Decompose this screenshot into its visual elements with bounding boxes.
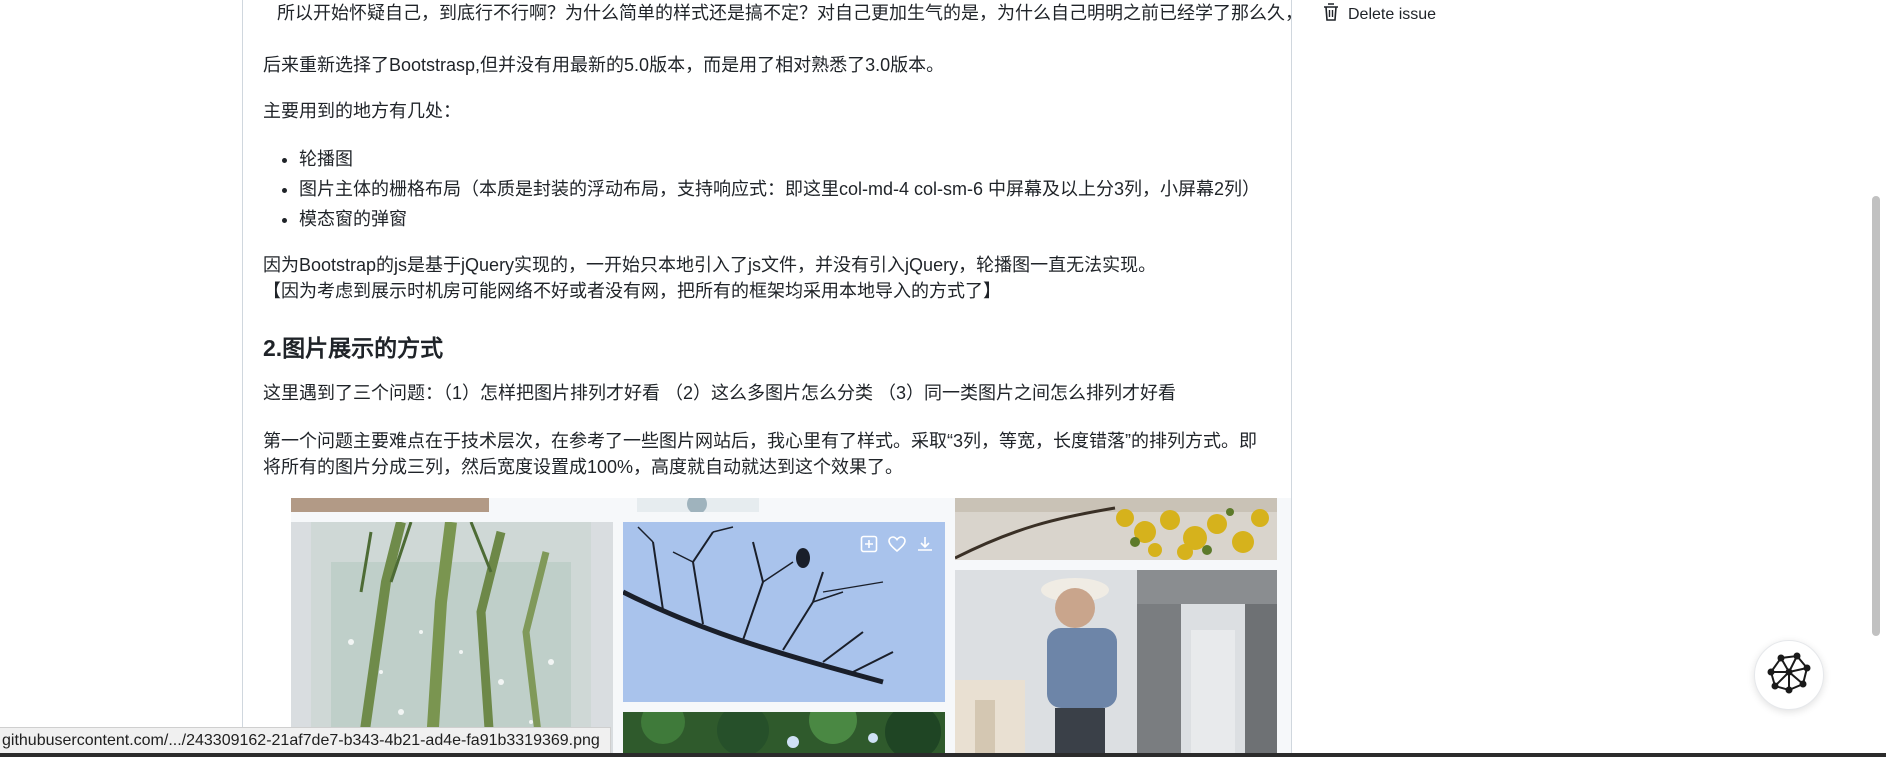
list-item: 轮播图: [299, 144, 1260, 174]
gallery-image-partial[interactable]: [291, 498, 489, 512]
paragraph-jquery-line2: 【因为考虑到展示时机房可能网络不好或者没有网，把所有的框架均采用本地导入的方式了…: [263, 281, 1001, 301]
paragraph-three-problems: 这里遇到了三个问题：（1）怎样把图片排列才好看 （2）这么多图片怎么分类 （3）…: [263, 383, 1177, 403]
floating-extension-button[interactable]: [1754, 640, 1824, 710]
paragraph-jquery-note: 因为Bootstrap的js是基于jQuery实现的，一开始只本地引入了js文件…: [263, 252, 1156, 304]
gallery-image-tree-canopy[interactable]: [623, 712, 945, 757]
gallery-image-cyclist[interactable]: [955, 570, 1277, 757]
page-scrollbar[interactable]: [1872, 196, 1880, 636]
heart-icon[interactable]: [887, 534, 907, 554]
paragraph-top: 所以开始怀疑自己，到底行不行啊？为什么简单的样式还是搞不定？对自己更加生气的是，…: [277, 3, 1292, 23]
browser-status-bar: githubusercontent.com/.../243309162-21af…: [0, 727, 611, 755]
download-icon[interactable]: [915, 534, 935, 554]
usage-list: 轮播图 图片主体的栅格布局（本质是封装的浮动布局，支持响应式：即这里col-md…: [263, 144, 1260, 234]
delete-issue-label: Delete issue: [1348, 5, 1437, 23]
image-gallery: [291, 498, 1291, 757]
paragraph-usage-intro: 主要用到的地方有几处：: [263, 101, 461, 121]
graph-network-icon: [1763, 650, 1815, 701]
gallery-image-plant-vase[interactable]: [291, 522, 613, 757]
list-item: 模态窗的弹窗: [299, 204, 1260, 234]
image-actions: [859, 534, 935, 554]
section-heading: 2.图片展示的方式: [263, 335, 444, 361]
paragraph-bootstrap-version: 后来重新选择了Bootstrasp,但并没有用最新的5.0版本，而是用了相对熟悉…: [263, 55, 945, 75]
issue-sidebar: Delete issue: [1322, 0, 1842, 757]
list-item: 图片主体的栅格布局（本质是封装的浮动布局，支持响应式：即这里col-md-4 c…: [299, 174, 1260, 204]
delete-issue-button[interactable]: Delete issue: [1322, 2, 1436, 27]
taskbar-edge: [0, 753, 1886, 757]
paragraph-jquery-line1: 因为Bootstrap的js是基于jQuery实现的，一开始只本地引入了js文件…: [263, 255, 1157, 275]
issue-comment-body: 所以开始怀疑自己，到底行不行啊？为什么简单的样式还是搞不定？对自己更加生气的是，…: [242, 0, 1292, 757]
gallery-image-partial[interactable]: [637, 498, 759, 512]
gallery-image-branches-sky[interactable]: [623, 522, 945, 702]
add-to-collection-icon[interactable]: [859, 534, 879, 554]
paragraph-layout-solution: 第一个问题主要难点在于技术层次，在参考了一些图片网站后，我心里有了样式。采取“3…: [263, 431, 1257, 477]
gallery-image-yellow-flowers[interactable]: [955, 498, 1277, 560]
trash-icon: [1322, 2, 1340, 27]
